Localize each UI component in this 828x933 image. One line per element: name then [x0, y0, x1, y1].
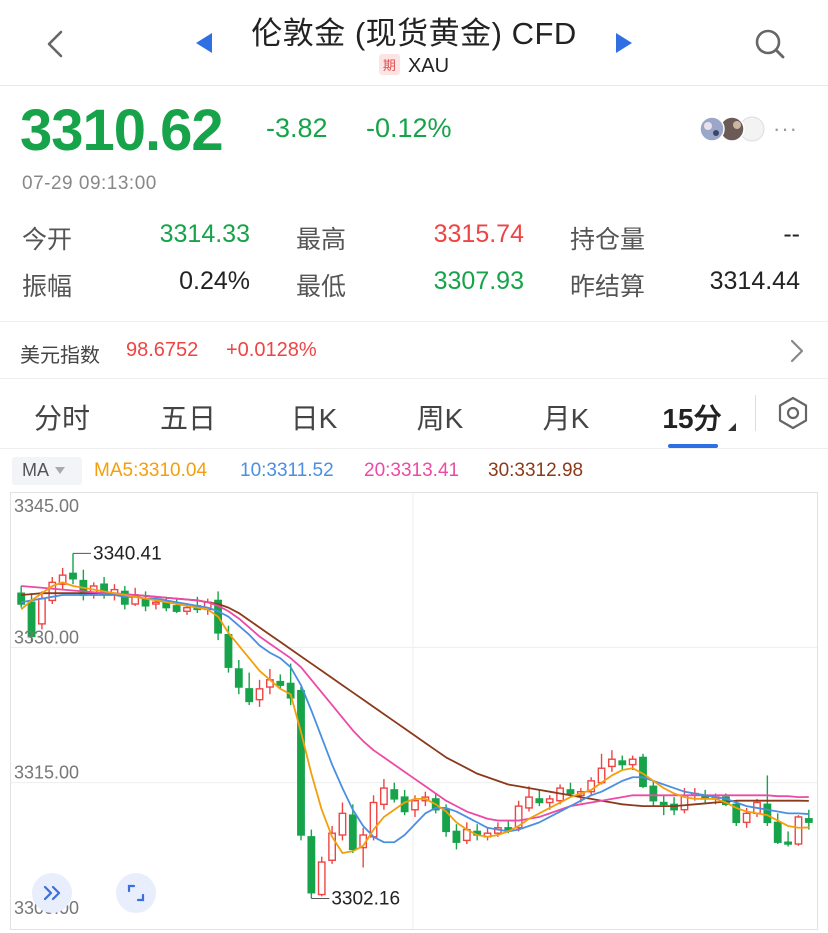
- dollar-index-value: 98.6752: [126, 339, 199, 361]
- dollar-index-label: 美元指数: [20, 345, 100, 367]
- more-icon[interactable]: ···: [773, 116, 798, 142]
- tab-monthly-k[interactable]: 月K: [516, 397, 616, 437]
- candle-down: [307, 836, 316, 894]
- active-tab-indicator: [668, 444, 718, 448]
- tab-intraday[interactable]: 分时: [12, 397, 112, 437]
- stat-value-open: 3314.33: [159, 220, 250, 248]
- fullscreen-icon: [127, 884, 145, 902]
- chevron-down-icon: [55, 467, 65, 474]
- candle-down: [234, 668, 243, 688]
- candle-down: [452, 830, 461, 843]
- stat-label-high: 最高: [296, 226, 347, 254]
- dropdown-caret-icon[interactable]: [728, 423, 736, 431]
- candle-up: [525, 796, 533, 809]
- candle-down: [535, 798, 544, 804]
- candle-down: [224, 634, 233, 668]
- y-tick-label: 3315.00: [14, 763, 79, 783]
- low-value-label: 3302.16: [331, 889, 400, 910]
- candle-down: [276, 680, 285, 686]
- stat-label-prev-settle: 昨结算: [570, 273, 646, 301]
- candle-down: [69, 572, 77, 580]
- candle-down: [245, 688, 254, 703]
- candle-down: [763, 803, 772, 824]
- candle-up: [607, 758, 616, 768]
- quote-timestamp: 07-29 09:13:00: [22, 173, 157, 194]
- tab-weekly-k[interactable]: 周K: [390, 397, 490, 437]
- tab-daily-k[interactable]: 日K: [264, 397, 364, 437]
- stat-value-prev-settle: 3314.44: [709, 267, 800, 295]
- candle-up: [151, 601, 160, 605]
- chevron-right-icon[interactable]: [786, 338, 808, 364]
- expand-button[interactable]: [32, 873, 72, 913]
- stat-value-low: 3307.93: [433, 267, 524, 295]
- candle-down: [566, 789, 575, 795]
- candle-down: [348, 814, 357, 851]
- candle-up: [628, 758, 637, 766]
- tab-15-min[interactable]: 15分: [642, 397, 742, 437]
- ma30-legend: 30:3312.98: [488, 460, 584, 481]
- period-tabs: 分时 五日 日K 周K 月K 15分: [0, 379, 828, 449]
- candle-down: [659, 801, 668, 806]
- price-change: -3.82: [266, 113, 328, 143]
- candle-down: [649, 785, 658, 802]
- ma-select-label: MA: [22, 460, 49, 480]
- stat-value-amplitude: 0.24%: [179, 267, 250, 295]
- candle-down: [390, 789, 399, 800]
- instrument-code: XAU: [407, 55, 450, 77]
- y-tick-label: 3330.00: [14, 627, 79, 647]
- candle-down: [773, 821, 782, 843]
- ma5-legend: MA5:3310.04: [94, 460, 208, 481]
- candle-up: [183, 606, 191, 612]
- candle-up: [545, 798, 554, 804]
- candle-up: [742, 812, 751, 824]
- candle-up: [317, 861, 326, 896]
- candle-up: [794, 816, 803, 845]
- stat-value-open-interest: --: [783, 220, 800, 248]
- settings-icon[interactable]: [776, 396, 810, 430]
- instrument-title: 伦敦金 (现货黄金) CFD: [251, 16, 577, 51]
- user-avatars-icon[interactable]: [690, 114, 766, 144]
- candle-up: [411, 800, 419, 811]
- y-tick-label: 3345.00: [14, 496, 79, 516]
- price-change-percent: -0.12%: [366, 113, 452, 143]
- ma10-legend: 10:3311.52: [240, 460, 334, 481]
- candle-down: [804, 818, 813, 823]
- tab-divider: [755, 395, 756, 431]
- candle-down: [172, 605, 181, 612]
- candle-up: [338, 812, 347, 836]
- candle-up: [379, 787, 388, 806]
- candle-down: [297, 689, 305, 836]
- tab-five-day[interactable]: 五日: [138, 397, 238, 437]
- candle-up: [37, 597, 46, 625]
- candlestick-chart[interactable]: 3345.003330.003315.003300.003340.413302.…: [10, 492, 818, 930]
- stat-label-open: 今开: [22, 226, 73, 254]
- stat-label-open-interest: 持仓量: [570, 226, 646, 254]
- stat-label-amplitude: 振幅: [22, 273, 73, 301]
- instrument-subtitle: 期 XAU: [0, 54, 828, 78]
- dollar-index-change: +0.0128%: [226, 339, 317, 361]
- high-value-label: 3340.41: [93, 543, 162, 564]
- candle-up: [255, 688, 264, 701]
- dollar-index-row[interactable]: 美元指数 98.6752 +0.0128%: [0, 321, 828, 379]
- candle-down: [784, 841, 793, 845]
- double-chevron-right-icon: [43, 885, 61, 901]
- search-icon[interactable]: [752, 26, 788, 62]
- last-price: 3310.62: [20, 98, 224, 163]
- fullscreen-button[interactable]: [116, 873, 156, 913]
- ma-indicator-select[interactable]: MA: [12, 457, 82, 485]
- ma20-legend: 20:3313.41: [364, 460, 460, 481]
- top-nav-bar: 伦敦金 (现货黄金) CFD 期 XAU: [0, 0, 828, 86]
- stat-value-high: 3315.74: [433, 220, 524, 248]
- candle-down: [618, 760, 627, 766]
- futures-badge: 期: [378, 54, 400, 75]
- stat-label-low: 最低: [296, 273, 347, 301]
- next-instrument-icon[interactable]: [616, 33, 632, 53]
